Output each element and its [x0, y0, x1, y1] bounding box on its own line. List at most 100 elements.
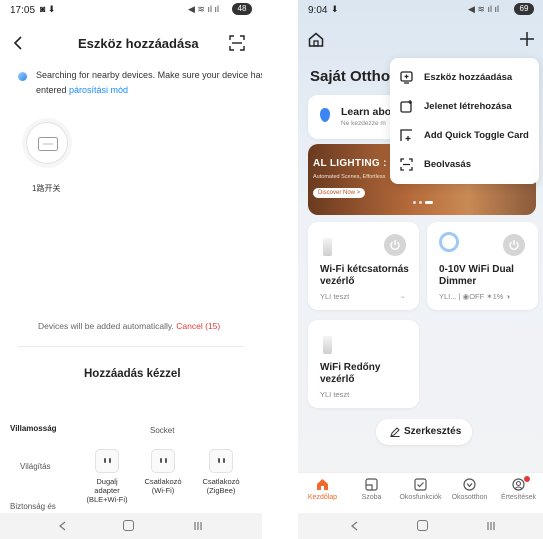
status-notification-icons: ⬇: [331, 4, 339, 14]
smart-home-tab-icon: [463, 478, 476, 491]
device-status-line: YLI... | ◉OFF ✶1% ◑: [439, 292, 511, 301]
right-phone-screen: 9:04 ⬇ ◀ ≋ ıl ıl 69 Saját Ottho Learn ab…: [298, 0, 543, 539]
create-scene-icon: [400, 100, 412, 113]
device-tile-plug-adapter[interactable]: Dugalj adapter (BLE+Wi-Fi): [84, 449, 130, 504]
status-notification-icons: ◙ ⬇: [40, 4, 56, 14]
edit-button[interactable]: Szerkesztés: [376, 419, 472, 445]
device-name: WiFi Redőny vezérlő: [320, 362, 381, 385]
add-device-icon: [400, 71, 413, 84]
bottom-tab-bar: Kezdőlap Szoba Okosfunkciók Okosotthon É…: [298, 472, 543, 513]
status-signal-icons: ◀ ≋ ıl ıl: [468, 4, 499, 14]
home-icon[interactable]: [308, 32, 324, 47]
device-room: YLI...: [439, 292, 457, 301]
nav-recents-icon: [194, 522, 202, 530]
device-label: Csatlakozó (ZigBee): [202, 477, 240, 495]
device-image: [323, 336, 332, 354]
scan-qr-icon[interactable]: [229, 35, 245, 51]
socket-icon: [95, 449, 119, 473]
scanning-indicator-icon: [18, 72, 27, 81]
device-card-dimmer[interactable]: 0-10V WiFi Dual Dimmer YLI... | ◉OFF ✶1%…: [427, 222, 538, 310]
notification-tab-icon: [512, 478, 525, 491]
tab-notifications[interactable]: Értesítések: [494, 476, 543, 501]
tab-label: Szoba: [361, 494, 382, 501]
pencil-icon: [390, 427, 400, 437]
divider: [18, 346, 244, 347]
menu-item-quick-toggle[interactable]: Add Quick Toggle Card: [400, 124, 532, 148]
banner-pager-dots: [413, 201, 449, 204]
add-menu-dropdown: Eszköz hozzáadása Jelenet létrehozása Ad…: [390, 58, 539, 184]
system-navigation-bar: [0, 513, 262, 539]
device-card-shutter[interactable]: WiFi Redőny vezérlő YLI teszt: [308, 320, 419, 408]
status-time: 17:05: [10, 5, 36, 16]
tab-label: Okosfunkciók: [399, 494, 442, 501]
tab-label: Okosotthon: [451, 494, 488, 501]
banner-subtitle: Automated Scenes, Effortless: [313, 174, 386, 180]
nav-back-icon: [351, 521, 358, 531]
nav-recents-icon: [487, 522, 495, 530]
left-phone-screen: 17:05 ◙ ⬇ ◀ ≋ ıl ıl 48 Eszköz hozzáadása…: [0, 0, 262, 539]
device-label: Dugalj adapter (BLE+Wi-Fi): [86, 477, 128, 504]
lightbulb-icon: [320, 108, 330, 122]
scan-icon: [400, 158, 413, 171]
nav-back-icon: [59, 521, 66, 531]
section-socket-label: Socket: [150, 426, 175, 435]
cancel-button[interactable]: Cancel (15): [176, 321, 220, 331]
manual-add-title: Hozzáadás kézzel: [84, 368, 181, 380]
pairing-mode-link[interactable]: párosítási mód: [69, 85, 128, 95]
device-room: YLI teszt: [320, 390, 350, 399]
device-label: Csatlakozó (Wi-Fi): [144, 477, 182, 495]
back-icon[interactable]: [12, 36, 24, 50]
room-tab-icon: [365, 478, 378, 491]
menu-item-scan[interactable]: Beolvasás: [400, 153, 532, 177]
battery-indicator: 69: [514, 3, 534, 15]
quick-toggle-icon: [400, 129, 412, 141]
category-lighting[interactable]: Világítás: [20, 462, 51, 471]
device-room: YLI teszt: [320, 292, 350, 301]
tab-label: Értesítések: [500, 494, 536, 501]
tab-smart-home[interactable]: Okosotthon: [445, 478, 494, 501]
edit-label: Szerkesztés: [404, 426, 462, 437]
notification-badge: [524, 476, 530, 482]
device-level: 1%: [492, 292, 504, 301]
device-name: 0-10V WiFi Dual Dimmer: [439, 264, 514, 287]
power-toggle-icon[interactable]: [503, 234, 525, 256]
learn-subtitle: Ne kezdezze m: [341, 120, 386, 127]
chevron-down-icon[interactable]: ⌄: [400, 292, 406, 300]
tab-room[interactable]: Szoba: [347, 478, 396, 501]
nav-home-icon[interactable]: [417, 520, 428, 531]
menu-item-add-device[interactable]: Eszköz hozzáadása: [400, 66, 532, 90]
smart-tab-icon: [414, 478, 427, 491]
scan-message: Searching for nearby devices. Make sure …: [36, 68, 262, 98]
nav-home-icon[interactable]: [123, 520, 134, 531]
status-signal-icons: ◀ ≋ ıl ıl: [188, 4, 219, 14]
battery-indicator: 48: [232, 3, 252, 15]
found-device-name: 1路开关: [32, 184, 61, 193]
menu-item-create-scene[interactable]: Jelenet létrehozása: [400, 95, 532, 119]
device-status: OFF: [469, 292, 485, 301]
discover-now-button[interactable]: Discover Now >: [313, 188, 366, 198]
category-security[interactable]: Biztonság és: [10, 502, 56, 511]
power-toggle-icon[interactable]: [384, 234, 406, 256]
device-card-wifi-dual-switch[interactable]: Wi-Fi kétcsatornás vezérlő YLI teszt ⌄: [308, 222, 419, 310]
device-tile-plug-zigbee[interactable]: Csatlakozó (ZigBee): [198, 449, 244, 495]
add-icon[interactable]: [520, 32, 534, 46]
auto-add-text: Devices will be added automatically.: [38, 321, 174, 331]
tab-home[interactable]: Kezdőlap: [298, 478, 347, 501]
menu-item-label: Beolvasás: [424, 159, 472, 170]
menu-item-label: Jelenet létrehozása: [424, 101, 512, 112]
page-title: Eszköz hozzáadása: [78, 36, 199, 51]
home-tab-icon: [317, 479, 328, 490]
found-device-icon[interactable]: [26, 122, 68, 164]
socket-icon: [209, 449, 233, 473]
menu-item-label: Eszköz hozzáadása: [424, 72, 513, 83]
auto-add-message: Devices will be added automatically. Can…: [38, 321, 220, 331]
device-name: Wi-Fi kétcsatornás vezérlő: [320, 264, 409, 287]
device-image: [323, 238, 332, 256]
home-title: Saját Ottho: [310, 68, 391, 85]
menu-item-label: Add Quick Toggle Card: [424, 130, 529, 141]
tab-smart[interactable]: Okosfunkciók: [396, 478, 445, 501]
device-image: [439, 232, 459, 252]
socket-icon: [151, 449, 175, 473]
device-tile-plug-wifi[interactable]: Csatlakozó (Wi-Fi): [140, 449, 186, 495]
category-electrical[interactable]: Villamosság: [10, 424, 57, 433]
